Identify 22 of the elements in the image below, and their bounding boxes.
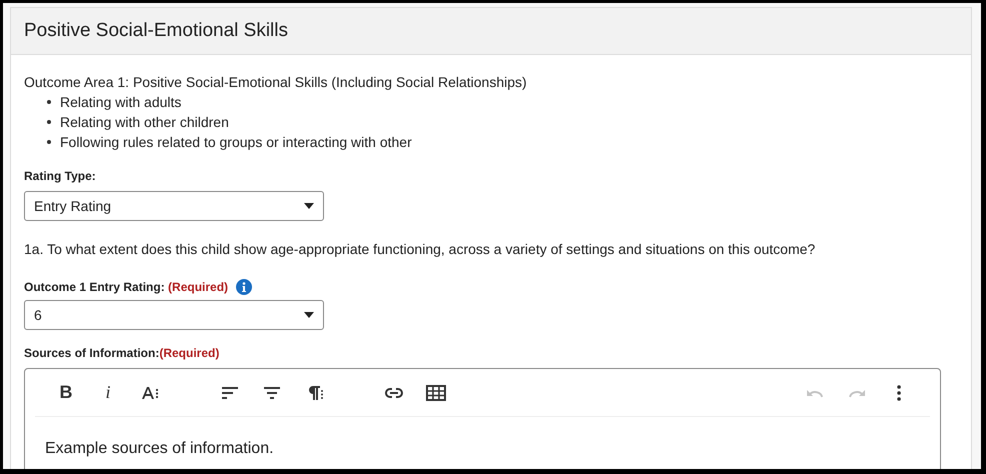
bullet-icon <box>47 140 51 144</box>
bullet-icon <box>47 120 51 124</box>
caret-icon <box>304 312 314 318</box>
bold-button[interactable]: B <box>45 378 87 408</box>
list-item: Relating with other children <box>60 113 229 132</box>
field-label: Sources of Information:(Required) <box>24 345 220 362</box>
panel-title: Positive Social-Emotional Skills <box>24 18 288 43</box>
italic-button[interactable]: i <box>87 378 129 408</box>
field-label: Outcome 1 Entry Rating: (Required) <box>24 279 228 296</box>
bullet-icon <box>47 100 51 104</box>
outcome-score-select[interactable]: 6 <box>24 300 324 330</box>
rating-type-select[interactable]: Entry Rating <box>24 191 324 221</box>
outcome-area-text: Outcome Area 1: Positive Social-Emotional Skills (Including Social Relationships) <box>24 73 527 92</box>
list-item: Relating with adults <box>60 93 182 112</box>
field-label: Rating Type: <box>24 168 96 185</box>
caret-icon <box>304 203 314 209</box>
question-text: 1a. To what extent does this child show age-appropriate functioning, across a variety of settings and situations on this outcome? <box>24 240 816 259</box>
info-icon[interactable] <box>236 279 252 295</box>
table-icon[interactable] <box>426 382 446 402</box>
rich-text-editor[interactable]: B i Example sources of information. <box>24 368 941 469</box>
editor-text: Example sources of information. <box>45 439 274 459</box>
list-item: Following rules related to groups or interacting with other <box>60 133 412 152</box>
